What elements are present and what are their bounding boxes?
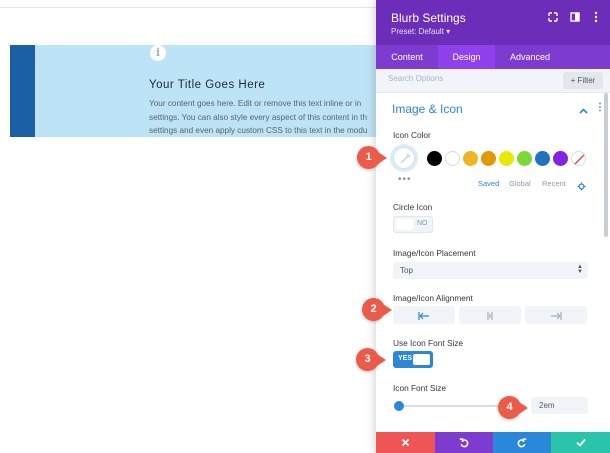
callout-2: 2 [362,298,385,321]
redo-button[interactable] [493,432,551,453]
placement-select[interactable]: Top ▲ ▼ [393,262,588,279]
undo-icon [459,437,469,447]
gear-icon[interactable] [577,178,586,196]
alignment-label: Image/Icon Alignment [393,293,473,303]
color-swatch-yellow[interactable] [499,151,514,166]
split-view-icon[interactable] [569,11,581,23]
blurb-body[interactable]: Your content goes here. Edit or remove t… [149,97,376,137]
color-swatch-purple[interactable] [553,151,568,166]
font-size-value: 2em [539,401,555,410]
color-swatch-blue[interactable] [535,151,550,166]
selected-color-swatch[interactable] [393,147,415,169]
search-row: Search Options + Filter [376,69,610,93]
toggle-knob [413,354,430,365]
undo-button[interactable] [435,432,493,453]
page-top-strip [0,0,376,8]
panel-scrollbar[interactable] [604,93,608,237]
font-size-label: Icon Font Size [393,383,447,393]
callout-3-pointer [377,354,386,366]
use-font-size-label: Use Icon Font Size [393,338,464,348]
callout-1-pointer [378,152,387,164]
more-options-icon[interactable] [590,11,602,23]
section-title[interactable]: Image & Icon [392,102,463,116]
select-arrows-icon: ▲ ▼ [577,264,583,275]
filter-button[interactable]: + Filter [563,72,603,89]
align-right-button[interactable] [525,306,587,324]
circle-icon-label: Circle Icon [393,202,433,212]
search-options-input[interactable]: Search Options [388,74,443,83]
blurb-title[interactable]: Your Title Goes Here [149,79,265,91]
color-swatch-black[interactable] [427,151,442,166]
blurb-body-line: Your content goes here. Edit or remove t… [149,99,362,108]
color-swatch-white[interactable] [445,151,460,166]
placement-label: Image/Icon Placement [393,248,476,258]
callout-4: 4 [498,396,521,419]
placement-value: Top [400,266,413,275]
blurb-settings-panel: Blurb Settings Preset: Default ▾ Content… [376,0,610,453]
chevron-up-icon[interactable] [579,103,588,121]
redo-icon [517,437,527,447]
tab-content[interactable]: Content [376,45,438,69]
tab-advanced[interactable]: Advanced [495,45,565,69]
panel-title: Blurb Settings [391,11,466,25]
expand-icon[interactable] [547,11,559,23]
close-icon [401,438,410,447]
icon-color-label: Icon Color [393,130,431,140]
color-swatch-dark-orange[interactable] [481,151,496,166]
save-button[interactable] [551,432,610,453]
toggle-state: YES [398,355,413,362]
circle-icon-toggle[interactable]: NO [393,216,433,233]
blurb-accent-bar [10,45,35,137]
font-size-slider-handle[interactable] [394,401,404,411]
color-swatch-green[interactable] [517,151,532,166]
font-size-input[interactable]: 2em [531,397,588,414]
callout-1: 1 [357,146,380,169]
tab-design[interactable]: Design [438,45,495,69]
saved-colors-link[interactable]: Saved [478,179,499,188]
settings-tabs: Content Design Advanced [376,45,610,69]
callout-3: 3 [356,348,379,371]
align-center-button[interactable] [459,306,521,324]
toggle-knob [396,219,413,230]
recent-colors-link[interactable]: Recent [542,179,566,188]
more-colors-icon[interactable]: ••• [398,174,412,185]
blurb-body-line: settings. You can also style every aspec… [149,112,368,122]
panel-header: Blurb Settings Preset: Default ▾ [376,0,610,45]
preset-dropdown[interactable]: Preset: Default ▾ [391,27,450,36]
check-icon [575,438,586,447]
use-font-size-toggle[interactable]: YES [393,351,433,368]
panel-footer [376,432,610,453]
align-left-button[interactable] [393,306,455,324]
info-icon[interactable]: i [150,45,166,61]
toggle-state: NO [417,220,428,227]
discard-button[interactable] [376,432,435,453]
no-color-icon[interactable] [571,151,586,166]
blurb-body-line: settings and even apply custom CSS to th… [149,126,368,135]
global-colors-link[interactable]: Global [509,179,531,188]
color-swatch-orange[interactable] [463,151,478,166]
callout-2-pointer [383,304,392,316]
callout-4-pointer [519,402,528,414]
